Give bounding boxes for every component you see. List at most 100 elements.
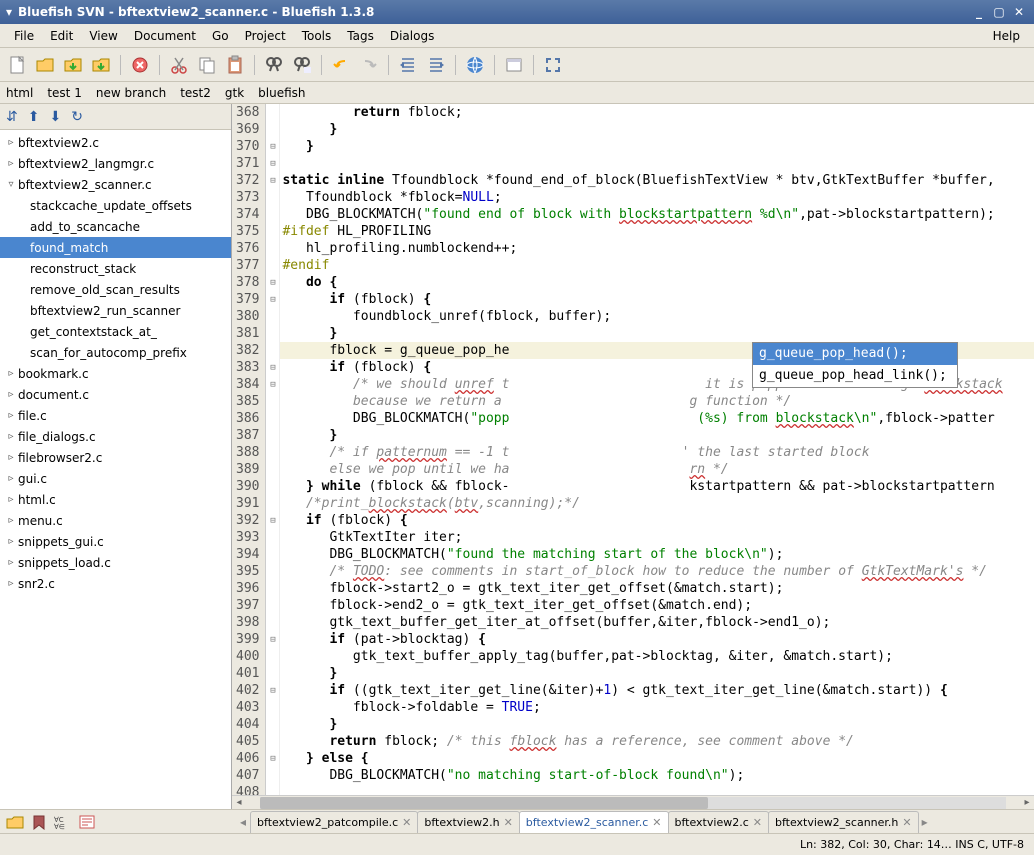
fold-marker[interactable]: ⊟ [266,376,279,393]
unindent-button[interactable] [395,52,421,78]
tree-item[interactable]: ▹bookmark.c [0,363,231,384]
tree-item[interactable]: ▹bftextview2.c [0,132,231,153]
browser-preview-button[interactable] [462,52,488,78]
tab-next-icon[interactable]: ▸ [918,815,932,829]
code-line[interactable]: because we return a g function */ [280,393,1034,410]
collapsed-icon[interactable]: ▹ [4,368,18,379]
nav-up-icon[interactable]: ⬆ [28,109,40,125]
code-line[interactable]: fblock->end2_o = gtk_text_iter_get_offse… [280,597,1034,614]
code-line[interactable]: else we pop until we ha rn */ [280,461,1034,478]
menu-help[interactable]: Help [985,27,1028,45]
proj-tab[interactable]: html [6,86,33,100]
snippet-icon[interactable] [78,814,96,830]
collapsed-icon[interactable]: ▹ [4,557,18,568]
menu-view[interactable]: View [81,27,125,45]
cut-button[interactable] [166,52,192,78]
expanded-icon[interactable]: ▿ [4,179,18,190]
view-button[interactable] [501,52,527,78]
collapsed-icon[interactable]: ▹ [4,137,18,148]
menu-edit[interactable]: Edit [42,27,81,45]
tree-item[interactable]: bftextview2_run_scanner [0,300,231,321]
code-line[interactable]: gtk_text_buffer_apply_tag(buffer,pat->bl… [280,648,1034,665]
code-line[interactable] [280,784,1034,795]
chars-icon[interactable]: ∀C∀∈ [54,814,72,830]
code-line[interactable]: /*print_blockstack(btv,scanning);*/ [280,495,1034,512]
tree-item[interactable]: ▿bftextview2_scanner.c [0,174,231,195]
collapsed-icon[interactable]: ▹ [4,452,18,463]
symbol-tree[interactable]: ▹bftextview2.c▹bftextview2_langmgr.c▿bft… [0,130,231,809]
code-line[interactable]: return fblock; [280,104,1034,121]
collapsed-icon[interactable]: ▹ [4,158,18,169]
close-icon[interactable]: ✕ [402,816,411,829]
code-line[interactable]: fblock->start2_o = gtk_text_iter_get_off… [280,580,1034,597]
tree-item[interactable]: ▹filebrowser2.c [0,447,231,468]
copy-button[interactable] [194,52,220,78]
fold-marker[interactable]: ⊟ [266,172,279,189]
file-tab[interactable]: bftextview2_patcompile.c✕ [250,811,418,833]
nav-up-down-icon[interactable]: ⇵ [6,109,18,125]
code-line[interactable]: DBG_BLOCKMATCH("no matching start-of-blo… [280,767,1034,784]
tree-item[interactable]: ▹document.c [0,384,231,405]
close-icon[interactable]: ✕ [652,816,661,829]
proj-tab[interactable]: bluefish [258,86,305,100]
autocomplete-popup[interactable]: g_queue_pop_head(); g_queue_pop_head_lin… [752,342,958,388]
new-file-button[interactable] [4,52,30,78]
code-line[interactable]: } else { [280,750,1034,767]
tree-item[interactable]: ▹bftextview2_langmgr.c [0,153,231,174]
minimize-button[interactable]: _ [970,4,988,20]
code-line[interactable]: } [280,665,1034,682]
fold-marker[interactable]: ⊟ [266,750,279,767]
code-line[interactable]: } [280,121,1034,138]
proj-tab[interactable]: test2 [180,86,211,100]
file-tab[interactable]: bftextview2.h✕ [417,811,519,833]
code-line[interactable]: } [280,427,1034,444]
folder-icon[interactable] [6,814,24,830]
nav-down-icon[interactable]: ⬇ [49,109,61,125]
code-line[interactable]: GtkTextIter iter; [280,529,1034,546]
menu-document[interactable]: Document [126,27,204,45]
maximize-button[interactable]: ▢ [990,4,1008,20]
tree-item[interactable]: ▹html.c [0,489,231,510]
code-line[interactable]: gtk_text_buffer_get_iter_at_offset(buffe… [280,614,1034,631]
save-button[interactable] [60,52,86,78]
code-line[interactable]: } [280,325,1034,342]
fold-marker[interactable]: ⊟ [266,359,279,376]
tree-item[interactable]: scan_for_autocomp_prefix [0,342,231,363]
tree-item[interactable]: get_contextstack_at_ [0,321,231,342]
open-file-button[interactable] [32,52,58,78]
code-line[interactable]: return fblock; /* this fblock has a refe… [280,733,1034,750]
collapsed-icon[interactable]: ▹ [4,515,18,526]
code-line[interactable]: } while (fblock && fblock- kstartpattern… [280,478,1034,495]
paste-button[interactable] [222,52,248,78]
save-as-button[interactable] [88,52,114,78]
tree-item[interactable]: ▹file.c [0,405,231,426]
code-line[interactable]: fblock->foldable = TRUE; [280,699,1034,716]
fold-marker[interactable]: ⊟ [266,155,279,172]
collapsed-icon[interactable]: ▹ [4,578,18,589]
collapsed-icon[interactable]: ▹ [4,494,18,505]
collapsed-icon[interactable]: ▹ [4,536,18,547]
proj-tab[interactable]: new branch [96,86,166,100]
tab-prev-icon[interactable]: ◂ [236,815,250,829]
code-line[interactable]: if (fblock) { [280,512,1034,529]
nav-refresh-icon[interactable]: ↻ [71,109,83,125]
tree-item[interactable]: ▹gui.c [0,468,231,489]
collapsed-icon[interactable]: ▹ [4,389,18,400]
horizontal-scrollbar[interactable]: ◂ ▸ [232,795,1034,809]
scroll-left-icon[interactable]: ◂ [232,797,246,808]
code-line[interactable]: if (fblock) { [280,291,1034,308]
collapsed-icon[interactable]: ▹ [4,431,18,442]
tree-item[interactable]: ▹snippets_gui.c [0,531,231,552]
code-line[interactable]: do { [280,274,1034,291]
code-line[interactable]: /* if patternum == -1 t ' the last start… [280,444,1034,461]
code-line[interactable]: } [280,716,1034,733]
tree-item[interactable]: stackcache_update_offsets [0,195,231,216]
code-line[interactable]: if (pat->blocktag) { [280,631,1034,648]
fold-marker[interactable]: ⊟ [266,291,279,308]
tree-item[interactable]: ▹menu.c [0,510,231,531]
scroll-right-icon[interactable]: ▸ [1020,797,1034,808]
code-line[interactable]: Tfoundblock *fblock=NULL; [280,189,1034,206]
scrollbar-thumb[interactable] [260,797,708,809]
code-line[interactable]: DBG_BLOCKMATCH("popp (%s) from blockstac… [280,410,1034,427]
code-line[interactable]: #ifdef HL_PROFILING [280,223,1034,240]
